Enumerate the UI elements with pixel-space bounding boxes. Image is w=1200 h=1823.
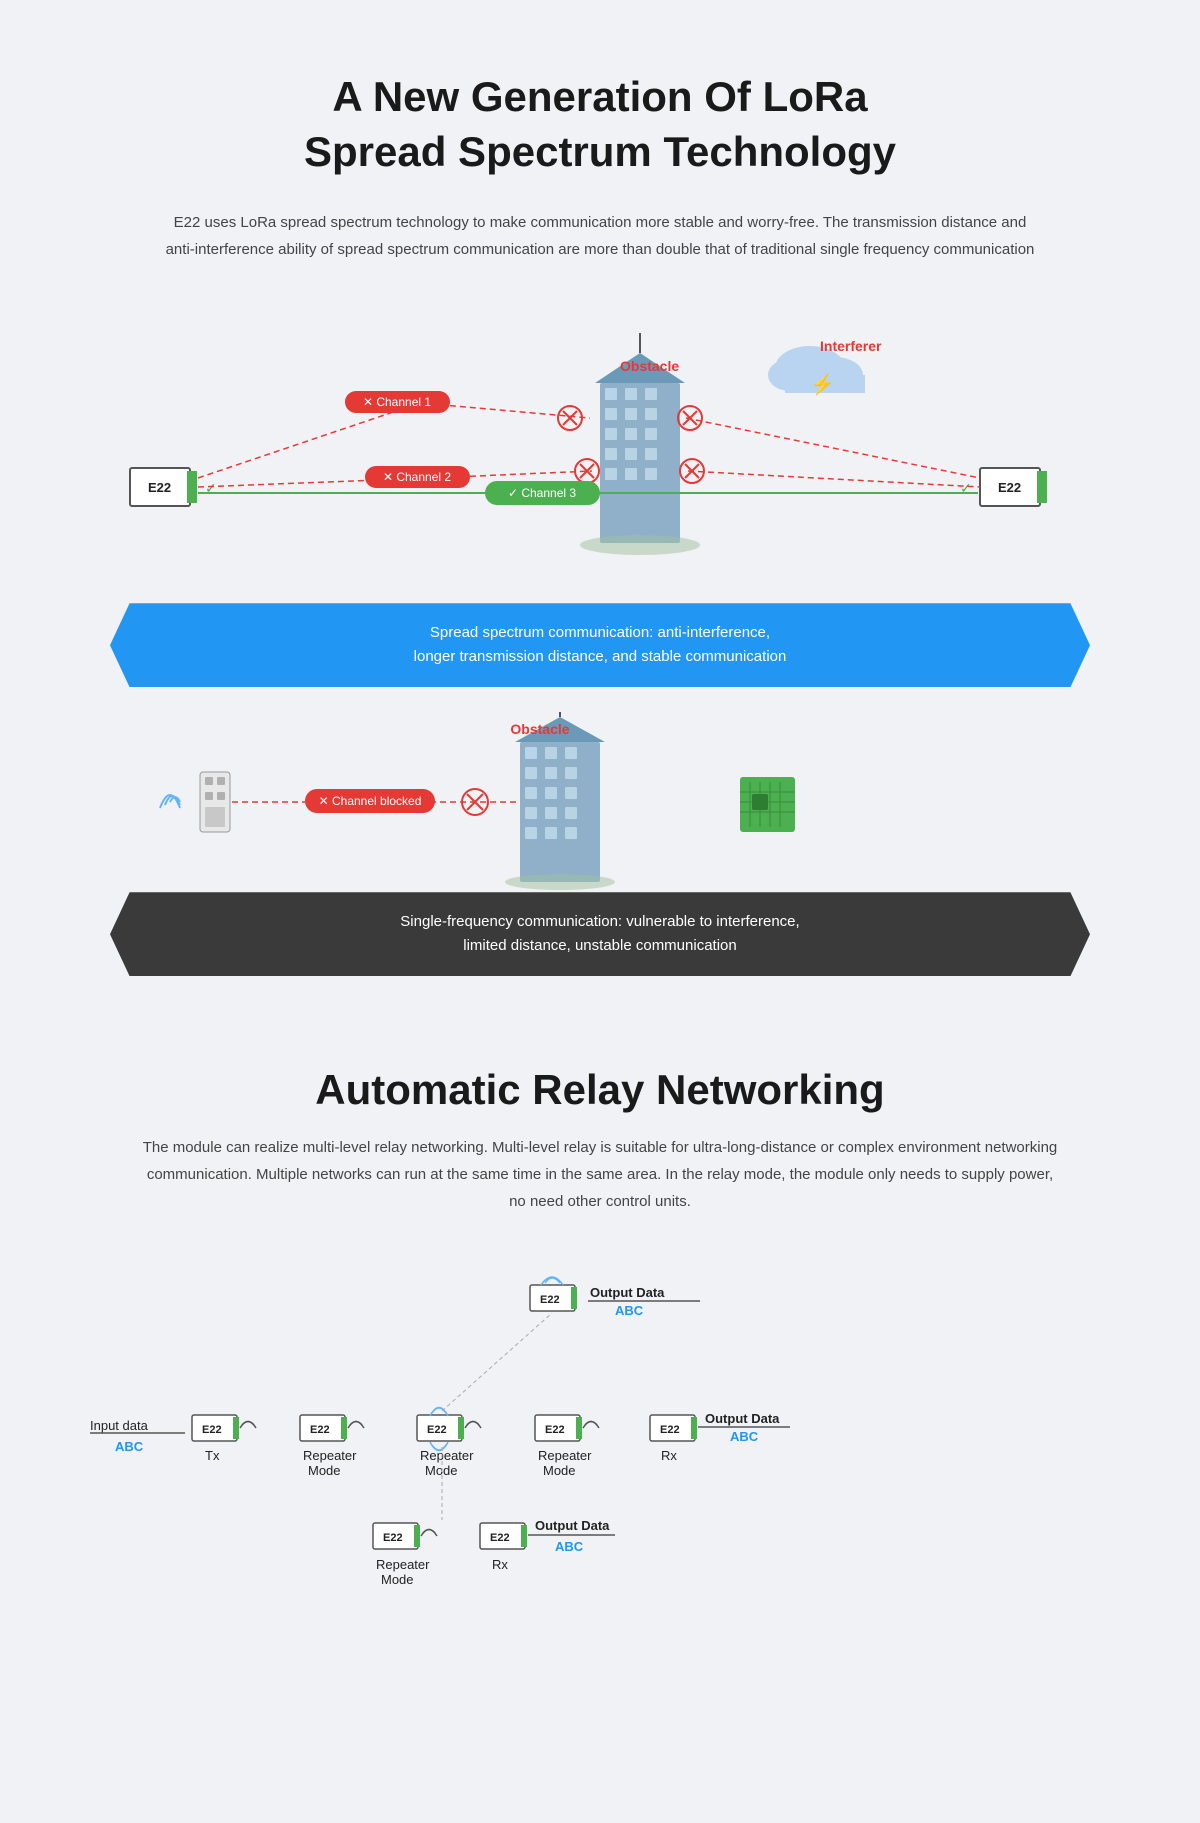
svg-text:E22: E22	[148, 480, 171, 495]
svg-text:✕ Channel 2: ✕ Channel 2	[383, 470, 451, 484]
svg-text:Obstacle: Obstacle	[510, 721, 569, 737]
svg-text:Output Data: Output Data	[535, 1518, 610, 1533]
relay-networking-diagram: E22 Output Data ABC Input data ABC E22 T…	[60, 1255, 1140, 1635]
svg-text:Repeater: Repeater	[538, 1448, 592, 1463]
spread-spectrum-diagram: E22 ✓ E22 ✓	[80, 303, 1120, 603]
main-title: A New Generation Of LoRa Spread Spectrum…	[0, 40, 1200, 199]
subtitle-text: E22 uses LoRa spread spectrum technology…	[0, 199, 1200, 293]
page-wrapper: A New Generation Of LoRa Spread Spectrum…	[0, 0, 1200, 1715]
svg-text:Mode: Mode	[308, 1463, 341, 1478]
svg-text:ABC: ABC	[730, 1429, 759, 1444]
svg-text:ABC: ABC	[115, 1439, 144, 1454]
blue-banner: Spread spectrum communication: anti-inte…	[110, 603, 1090, 687]
relay-title: Automatic Relay Networking	[60, 1066, 1140, 1114]
svg-text:E22: E22	[490, 1532, 510, 1544]
svg-text:Output Data: Output Data	[590, 1285, 665, 1300]
svg-text:Repeater: Repeater	[376, 1557, 430, 1572]
relay-subtitle: The module can realize multi-level relay…	[60, 1134, 1140, 1255]
svg-text:Rx: Rx	[492, 1557, 508, 1572]
svg-text:Output Data: Output Data	[705, 1411, 780, 1426]
svg-text:E22: E22	[427, 1424, 447, 1436]
single-freq-diagram: ✕ Channel blocked Obstacle	[80, 712, 1120, 892]
svg-text:Rx: Rx	[661, 1448, 677, 1463]
svg-text:E22: E22	[310, 1424, 330, 1436]
svg-text:E22: E22	[540, 1294, 560, 1306]
svg-text:ABC: ABC	[615, 1303, 644, 1318]
svg-text:E22: E22	[202, 1424, 222, 1436]
svg-text:Mode: Mode	[381, 1572, 414, 1587]
svg-text:✕ Channel 1: ✕ Channel 1	[363, 395, 431, 409]
svg-text:Repeater: Repeater	[420, 1448, 474, 1463]
svg-text:⚡: ⚡	[810, 372, 835, 396]
svg-text:E22: E22	[383, 1532, 403, 1544]
svg-text:Mode: Mode	[543, 1463, 576, 1478]
svg-text:Obstacle: Obstacle	[620, 358, 679, 374]
svg-text:E22: E22	[545, 1424, 565, 1436]
spread-spectrum-section: E22 ✓ E22 ✓	[0, 293, 1200, 1016]
svg-text:ABC: ABC	[555, 1539, 584, 1554]
relay-section: Automatic Relay Networking The module ca…	[0, 1016, 1200, 1675]
svg-text:E22: E22	[998, 480, 1021, 495]
svg-text:Tx: Tx	[205, 1448, 220, 1463]
svg-text:Mode: Mode	[425, 1463, 458, 1478]
dark-banner: Single-frequency communication: vulnerab…	[110, 892, 1090, 976]
svg-text:✕ Channel blocked: ✕ Channel blocked	[319, 794, 422, 808]
svg-text:✓ Channel 3: ✓ Channel 3	[508, 486, 576, 500]
svg-text:Interferer: Interferer	[820, 338, 882, 354]
svg-text:E22: E22	[660, 1424, 680, 1436]
svg-text:Repeater: Repeater	[303, 1448, 357, 1463]
svg-text:Input data: Input data	[90, 1418, 149, 1433]
